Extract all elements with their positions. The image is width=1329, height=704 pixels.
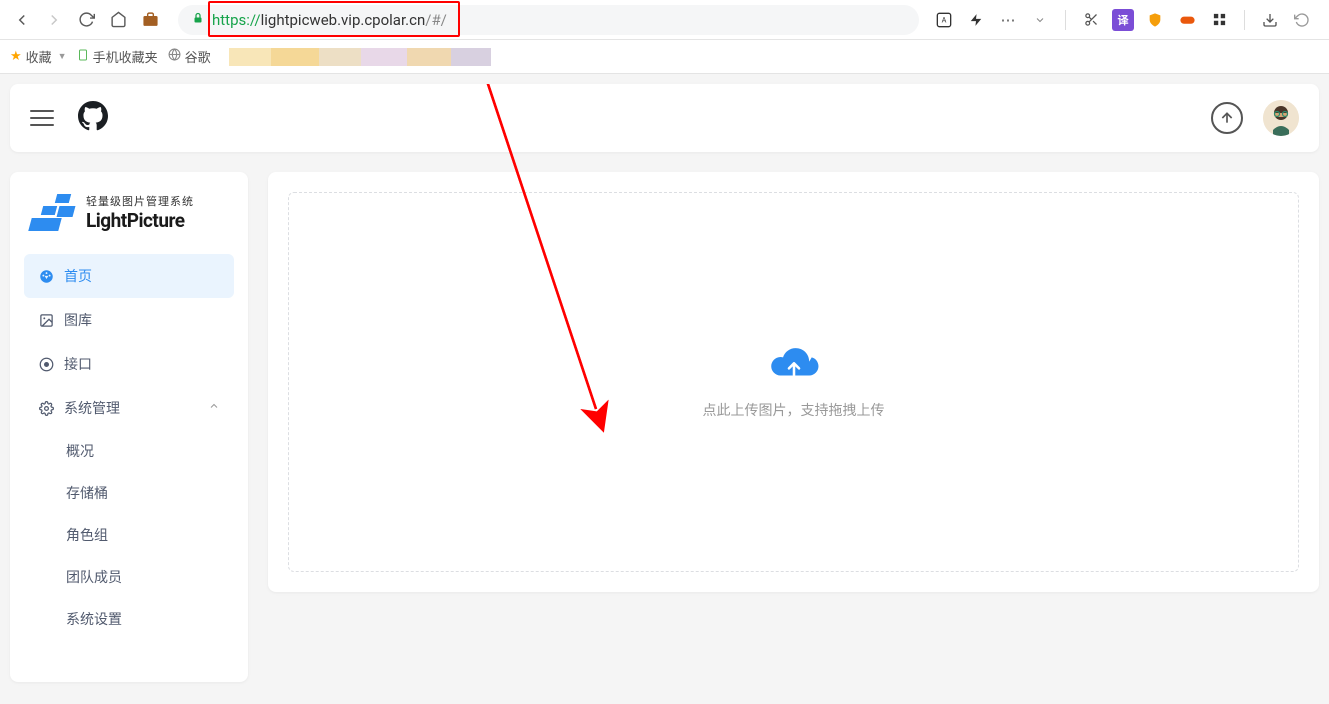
sidebar-submenu-system: 概况 存储桶 角色组 团队成员 系统设置 — [24, 430, 234, 640]
star-icon: ★ — [10, 49, 22, 64]
divider — [1065, 10, 1066, 30]
home-button[interactable] — [104, 6, 132, 34]
user-avatar[interactable] — [1263, 100, 1299, 136]
dashboard-icon — [38, 268, 54, 284]
gamepad-icon[interactable] — [1176, 9, 1198, 31]
more-icon[interactable]: ⋯ — [997, 9, 1019, 31]
app-area: 轻量级图片管理系统 LightPicture 首页 图库 接口 系统管理 — [0, 84, 1329, 682]
sidebar-sub-storage[interactable]: 存储桶 — [52, 472, 234, 514]
sidebar-item-api[interactable]: 接口 — [24, 342, 234, 386]
reload-button[interactable] — [72, 6, 100, 34]
github-icon — [78, 101, 108, 131]
sidebar-item-home[interactable]: 首页 — [24, 254, 234, 298]
sidebar-sub-team[interactable]: 团队成员 — [52, 556, 234, 598]
logo[interactable]: 轻量级图片管理系统 LightPicture — [24, 192, 234, 232]
favorites-label: 收藏 — [26, 47, 52, 66]
toolbar-right: A ⋯ 译 — [933, 9, 1321, 31]
back-button[interactable] — [8, 6, 36, 34]
favorites-folder[interactable]: ★ 收藏 ▼ — [10, 47, 67, 66]
sidebar-item-system[interactable]: 系统管理 — [24, 386, 234, 430]
bookmarks-bar: ★ 收藏 ▼ 手机收藏夹 谷歌 — [0, 40, 1329, 74]
mobile-fav-label: 手机收藏夹 — [93, 47, 158, 66]
upload-arrow-icon — [1219, 110, 1235, 126]
google-label: 谷歌 — [185, 47, 211, 66]
divider — [1244, 10, 1245, 30]
api-icon — [38, 356, 54, 372]
briefcase-icon[interactable] — [136, 6, 164, 34]
sidebar-item-gallery[interactable]: 图库 — [24, 298, 234, 342]
main-content: 点此上传图片，支持拖拽上传 — [268, 172, 1319, 592]
chevron-up-icon — [208, 400, 220, 416]
gear-icon — [38, 400, 54, 416]
blurred-bookmarks — [229, 48, 491, 66]
translate-badge-icon[interactable]: 译 — [1112, 9, 1134, 31]
app-header — [10, 84, 1319, 152]
github-link[interactable] — [78, 101, 108, 135]
translate-icon[interactable]: A — [933, 9, 955, 31]
logo-icon — [30, 192, 78, 232]
mobile-favorites[interactable]: 手机收藏夹 — [77, 47, 158, 66]
lightning-icon[interactable] — [965, 9, 987, 31]
chevron-down-icon[interactable] — [1029, 9, 1051, 31]
sidebar-sub-settings[interactable]: 系统设置 — [52, 598, 234, 640]
upload-hint-text: 点此上传图片，支持拖拽上传 — [703, 400, 885, 420]
upload-button[interactable] — [1211, 102, 1243, 134]
sidebar: 轻量级图片管理系统 LightPicture 首页 图库 接口 系统管理 — [10, 172, 248, 682]
scissors-icon[interactable] — [1080, 9, 1102, 31]
sidebar-home-label: 首页 — [64, 266, 92, 286]
lock-icon — [192, 12, 204, 27]
sidebar-gallery-label: 图库 — [64, 310, 92, 330]
avatar-icon — [1263, 100, 1299, 136]
logo-subtitle: 轻量级图片管理系统 — [86, 193, 194, 209]
sidebar-sub-roles[interactable]: 角色组 — [52, 514, 234, 556]
grid-icon[interactable] — [1208, 9, 1230, 31]
upload-dropzone[interactable]: 点此上传图片，支持拖拽上传 — [288, 192, 1299, 572]
forward-button[interactable] — [40, 6, 68, 34]
sidebar-system-label: 系统管理 — [64, 398, 120, 418]
cloud-upload-icon — [767, 344, 821, 386]
dropdown-arrow-icon: ▼ — [58, 51, 67, 62]
browser-toolbar: https://lightpicweb.vip.cpolar.cn/#/ A ⋯… — [0, 0, 1329, 40]
menu-toggle-button[interactable] — [30, 106, 54, 130]
globe-icon — [168, 48, 181, 65]
sidebar-sub-overview[interactable]: 概况 — [52, 430, 234, 472]
image-icon — [38, 312, 54, 328]
svg-text:A: A — [942, 15, 947, 24]
google-bookmark[interactable]: 谷歌 — [168, 47, 211, 66]
shield-icon[interactable] — [1144, 9, 1166, 31]
address-bar[interactable]: https://lightpicweb.vip.cpolar.cn/#/ — [178, 5, 919, 35]
download-icon[interactable] — [1259, 9, 1281, 31]
url-text: https://lightpicweb.vip.cpolar.cn/#/ — [212, 11, 447, 29]
sidebar-api-label: 接口 — [64, 354, 92, 374]
mobile-icon — [77, 48, 89, 66]
undo-icon[interactable] — [1291, 9, 1313, 31]
logo-title: LightPicture — [86, 209, 194, 232]
